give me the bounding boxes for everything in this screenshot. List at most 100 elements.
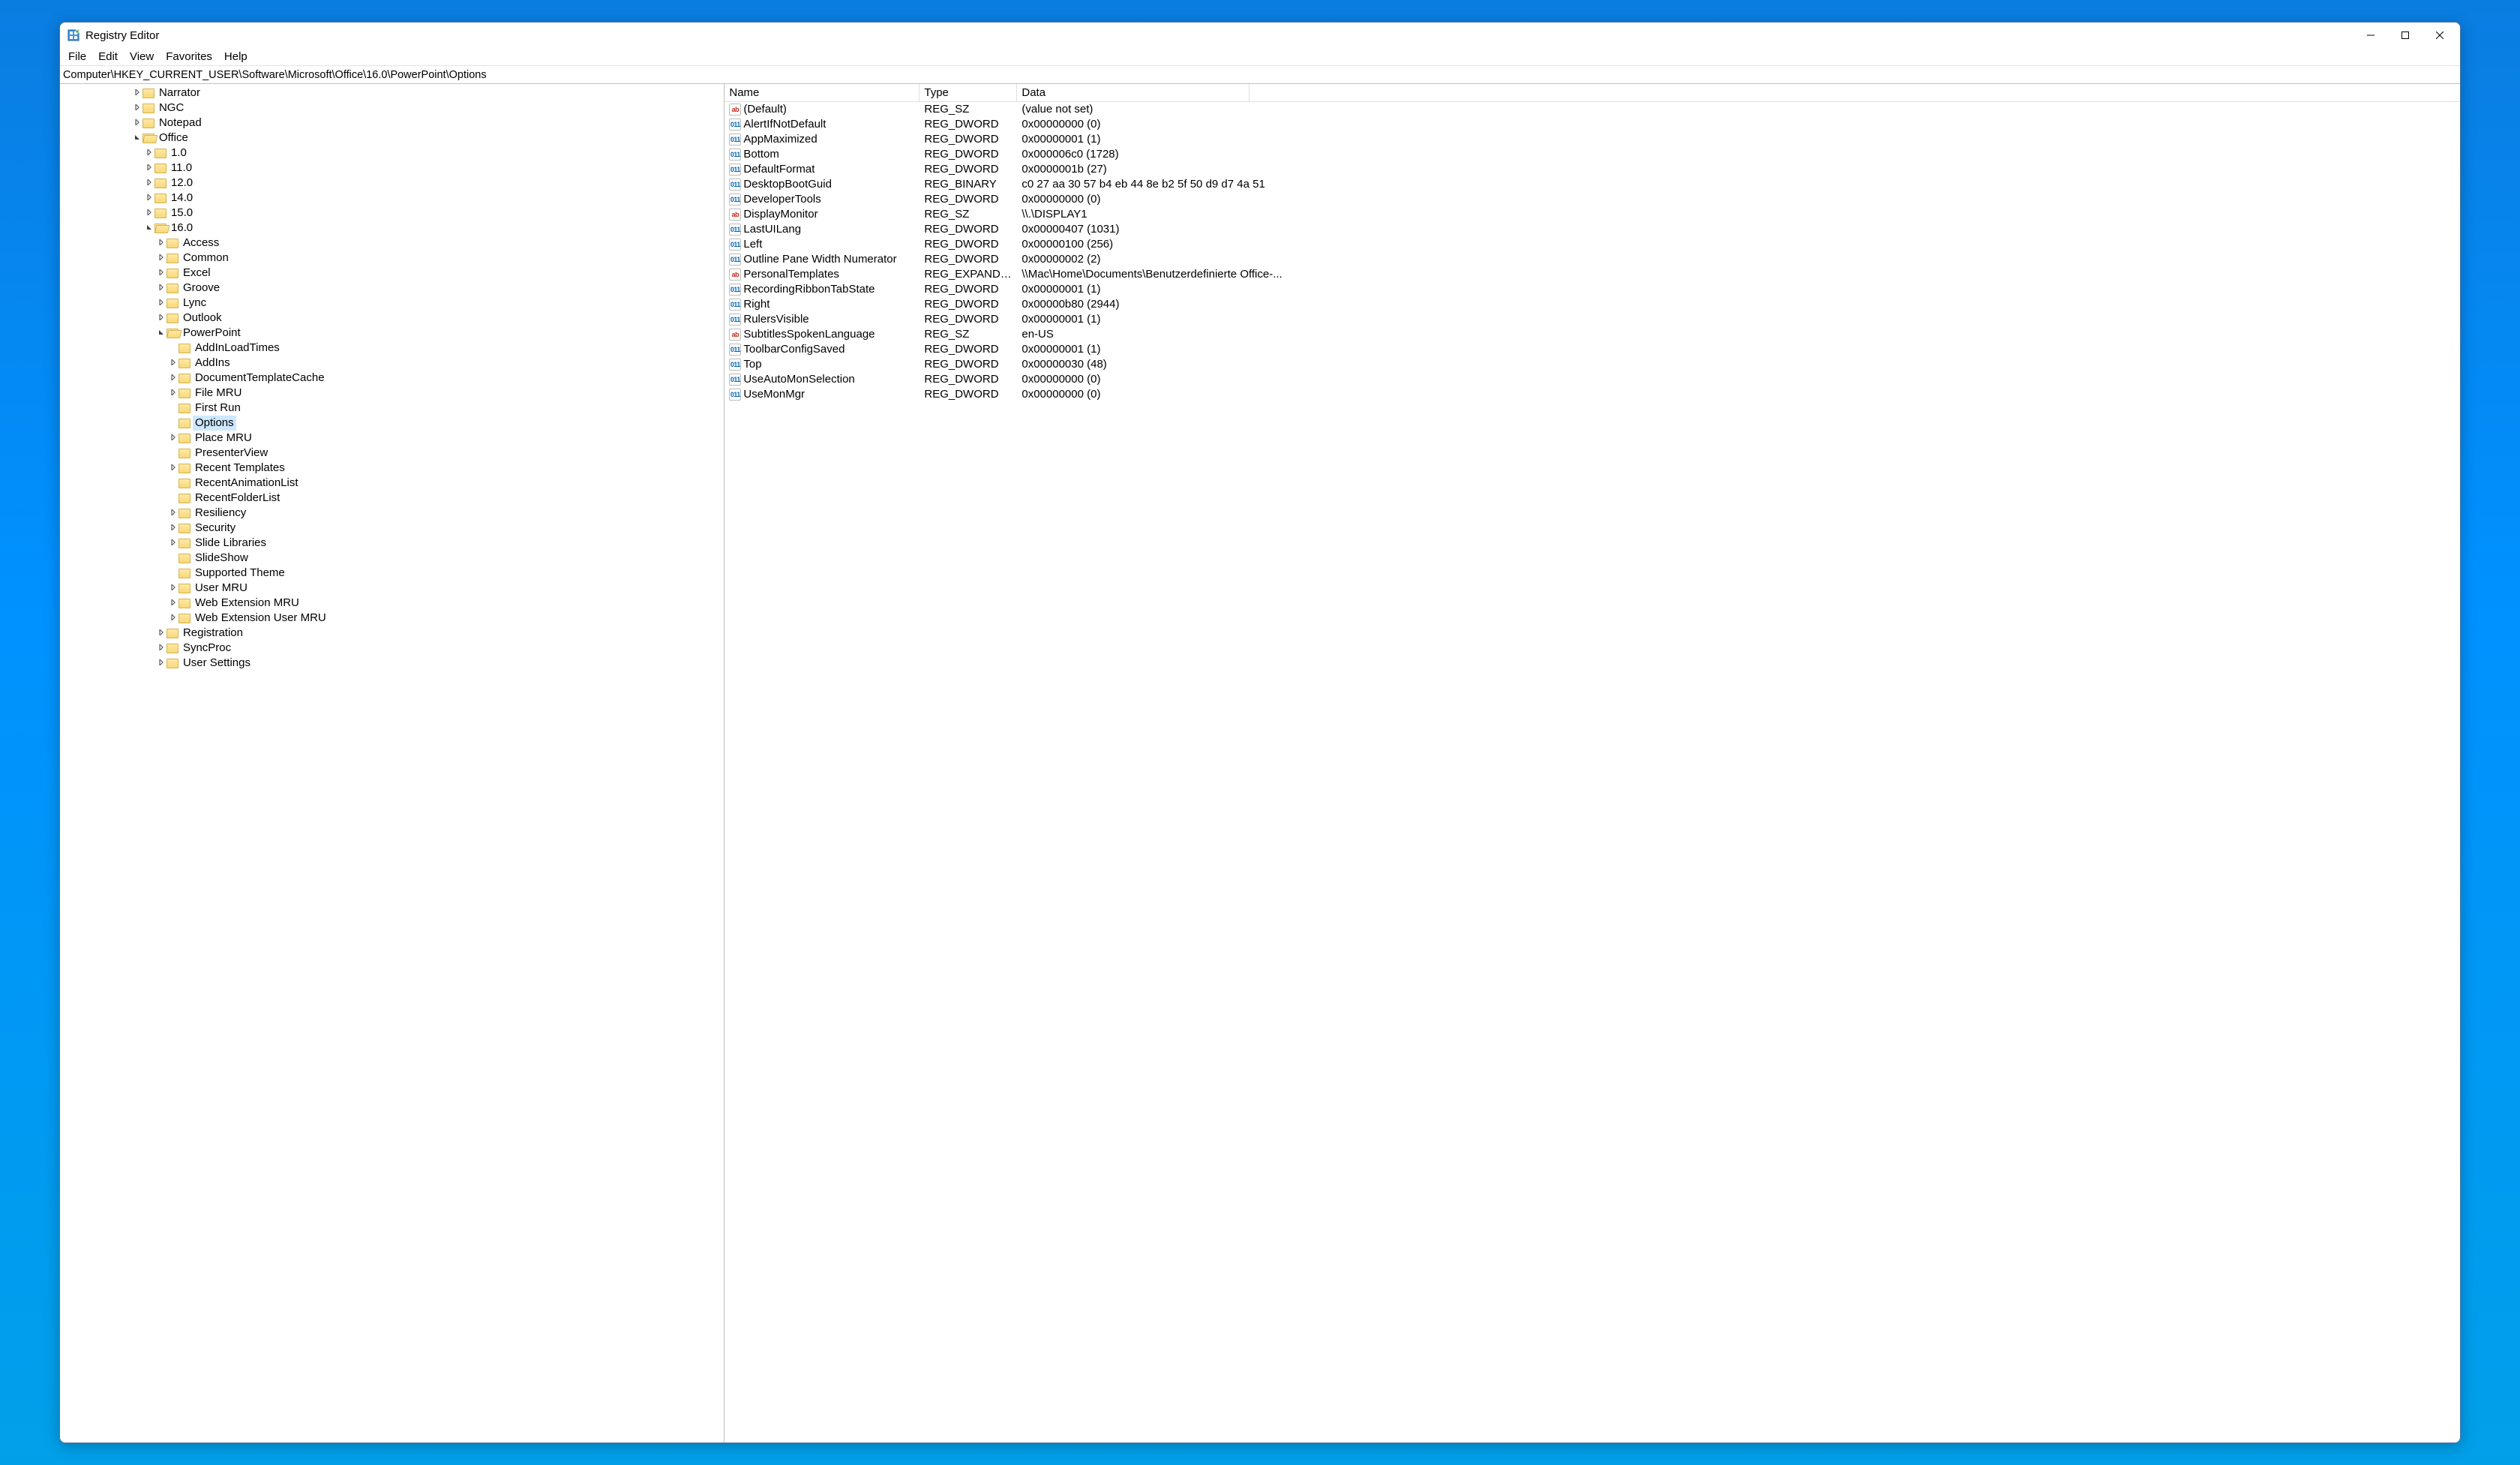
tree-node[interactable]: Security bbox=[60, 521, 724, 536]
value-row[interactable]: 011RulersVisibleREG_DWORD0x00000001 (1) bbox=[724, 312, 2460, 327]
tree-node[interactable]: SlideShow bbox=[60, 551, 724, 566]
chevron-right-icon[interactable] bbox=[144, 146, 154, 161]
tree-node[interactable]: Excel bbox=[60, 266, 724, 281]
tree-node[interactable]: AddInLoadTimes bbox=[60, 341, 724, 356]
address-bar[interactable]: Computer\HKEY_CURRENT_USER\Software\Micr… bbox=[60, 66, 2460, 84]
tree-node[interactable]: Web Extension MRU bbox=[60, 596, 724, 611]
chevron-right-icon[interactable] bbox=[168, 581, 178, 596]
tree-node[interactable]: Notepad bbox=[60, 116, 724, 131]
tree-node[interactable]: Outlook bbox=[60, 311, 724, 326]
value-row[interactable]: 011ToolbarConfigSavedREG_DWORD0x00000001… bbox=[724, 342, 2460, 357]
chevron-right-icon[interactable] bbox=[168, 431, 178, 446]
value-row[interactable]: 011TopREG_DWORD0x00000030 (48) bbox=[724, 357, 2460, 372]
chevron-right-icon[interactable] bbox=[156, 656, 166, 671]
chevron-right-icon[interactable] bbox=[156, 266, 166, 281]
value-row[interactable]: 011AlertIfNotDefaultREG_DWORD0x00000000 … bbox=[724, 117, 2460, 132]
chevron-right-icon[interactable] bbox=[168, 611, 178, 626]
value-row[interactable]: 011LeftREG_DWORD0x00000100 (256) bbox=[724, 237, 2460, 252]
value-row[interactable]: ab(Default)REG_SZ(value not set) bbox=[724, 102, 2460, 117]
chevron-down-icon[interactable] bbox=[144, 221, 154, 236]
chevron-right-icon[interactable] bbox=[156, 296, 166, 311]
tree-node[interactable]: 16.0 bbox=[60, 221, 724, 236]
tree-node[interactable]: 14.0 bbox=[60, 191, 724, 206]
tree-node[interactable]: Lync bbox=[60, 296, 724, 311]
chevron-right-icon[interactable] bbox=[156, 281, 166, 296]
header-spacer[interactable] bbox=[1250, 84, 2460, 101]
tree-node[interactable]: Resiliency bbox=[60, 506, 724, 521]
chevron-right-icon[interactable] bbox=[168, 521, 178, 536]
tree-node[interactable]: Registration bbox=[60, 626, 724, 641]
header-name[interactable]: Name bbox=[724, 84, 920, 101]
value-row[interactable]: 011AppMaximizedREG_DWORD0x00000001 (1) bbox=[724, 132, 2460, 147]
close-button[interactable] bbox=[2422, 24, 2457, 47]
chevron-right-icon[interactable] bbox=[156, 236, 166, 251]
tree-node[interactable]: AddIns bbox=[60, 356, 724, 371]
value-row[interactable]: 011DeveloperToolsREG_DWORD0x00000000 (0) bbox=[724, 192, 2460, 207]
menu-help[interactable]: Help bbox=[219, 49, 253, 65]
chevron-right-icon[interactable] bbox=[168, 386, 178, 401]
chevron-right-icon[interactable] bbox=[144, 191, 154, 206]
chevron-down-icon[interactable] bbox=[156, 326, 166, 341]
chevron-right-icon[interactable] bbox=[144, 206, 154, 221]
tree-node[interactable]: User Settings bbox=[60, 656, 724, 671]
tree-node[interactable]: Groove bbox=[60, 281, 724, 296]
tree-node[interactable]: Slide Libraries bbox=[60, 536, 724, 551]
tree-node[interactable]: Options bbox=[60, 416, 724, 431]
value-row[interactable]: 011DesktopBootGuidREG_BINARYc0 27 aa 30 … bbox=[724, 177, 2460, 192]
minimize-button[interactable] bbox=[2354, 24, 2388, 47]
value-row[interactable]: abSubtitlesSpokenLanguageREG_SZen-US bbox=[724, 327, 2460, 342]
tree-node[interactable]: First Run bbox=[60, 401, 724, 416]
value-row[interactable]: 011BottomREG_DWORD0x000006c0 (1728) bbox=[724, 147, 2460, 162]
tree-node[interactable]: Office bbox=[60, 131, 724, 146]
tree-node[interactable]: 1.0 bbox=[60, 146, 724, 161]
value-row[interactable]: 011Outline Pane Width NumeratorREG_DWORD… bbox=[724, 252, 2460, 267]
menu-file[interactable]: File bbox=[63, 49, 92, 65]
chevron-right-icon[interactable] bbox=[168, 461, 178, 476]
tree-node[interactable]: PresenterView bbox=[60, 446, 724, 461]
chevron-right-icon[interactable] bbox=[144, 161, 154, 176]
menu-edit[interactable]: Edit bbox=[93, 49, 123, 65]
value-row[interactable]: 011RightREG_DWORD0x00000b80 (2944) bbox=[724, 297, 2460, 312]
chevron-down-icon[interactable] bbox=[132, 131, 142, 146]
tree-node[interactable]: File MRU bbox=[60, 386, 724, 401]
menu-favorites[interactable]: Favorites bbox=[160, 49, 218, 65]
registry-tree[interactable]: NarratorNGCNotepadOffice1.011.012.014.01… bbox=[60, 84, 724, 1442]
value-row[interactable]: abDisplayMonitorREG_SZ\\.\DISPLAY1 bbox=[724, 207, 2460, 222]
tree-node[interactable]: Supported Theme bbox=[60, 566, 724, 581]
chevron-right-icon[interactable] bbox=[168, 371, 178, 386]
menu-view[interactable]: View bbox=[124, 49, 159, 65]
tree-node[interactable]: 15.0 bbox=[60, 206, 724, 221]
tree-node[interactable]: DocumentTemplateCache bbox=[60, 371, 724, 386]
value-row[interactable]: 011UseAutoMonSelectionREG_DWORD0x0000000… bbox=[724, 372, 2460, 387]
chevron-right-icon[interactable] bbox=[168, 536, 178, 551]
chevron-right-icon[interactable] bbox=[168, 356, 178, 371]
chevron-right-icon[interactable] bbox=[132, 101, 142, 116]
tree-node[interactable]: Access bbox=[60, 236, 724, 251]
tree-node[interactable]: Web Extension User MRU bbox=[60, 611, 724, 626]
chevron-right-icon[interactable] bbox=[168, 506, 178, 521]
tree-node[interactable]: RecentAnimationList bbox=[60, 476, 724, 491]
value-row[interactable]: abPersonalTemplatesREG_EXPAND_SZ\\Mac\Ho… bbox=[724, 267, 2460, 282]
titlebar[interactable]: Registry Editor bbox=[60, 23, 2460, 48]
chevron-right-icon[interactable] bbox=[156, 311, 166, 326]
chevron-right-icon[interactable] bbox=[132, 116, 142, 131]
tree-node[interactable]: Recent Templates bbox=[60, 461, 724, 476]
tree-node[interactable]: 11.0 bbox=[60, 161, 724, 176]
value-row[interactable]: 011RecordingRibbonTabStateREG_DWORD0x000… bbox=[724, 282, 2460, 297]
tree-node[interactable]: Narrator bbox=[60, 86, 724, 101]
chevron-right-icon[interactable] bbox=[144, 176, 154, 191]
chevron-right-icon[interactable] bbox=[168, 596, 178, 611]
value-row[interactable]: 011DefaultFormatREG_DWORD0x0000001b (27) bbox=[724, 162, 2460, 177]
tree-node[interactable]: SyncProc bbox=[60, 641, 724, 656]
tree-node[interactable]: NGC bbox=[60, 101, 724, 116]
chevron-right-icon[interactable] bbox=[156, 641, 166, 656]
tree-node[interactable]: PowerPoint bbox=[60, 326, 724, 341]
tree-node[interactable]: 12.0 bbox=[60, 176, 724, 191]
values-list[interactable]: ab(Default)REG_SZ(value not set)011Alert… bbox=[724, 102, 2460, 1442]
header-data[interactable]: Data bbox=[1017, 84, 1250, 101]
tree-node[interactable]: User MRU bbox=[60, 581, 724, 596]
value-row[interactable]: 011UseMonMgrREG_DWORD0x00000000 (0) bbox=[724, 387, 2460, 402]
value-row[interactable]: 011LastUILangREG_DWORD0x00000407 (1031) bbox=[724, 222, 2460, 237]
tree-node[interactable]: RecentFolderList bbox=[60, 491, 724, 506]
header-type[interactable]: Type bbox=[920, 84, 1017, 101]
